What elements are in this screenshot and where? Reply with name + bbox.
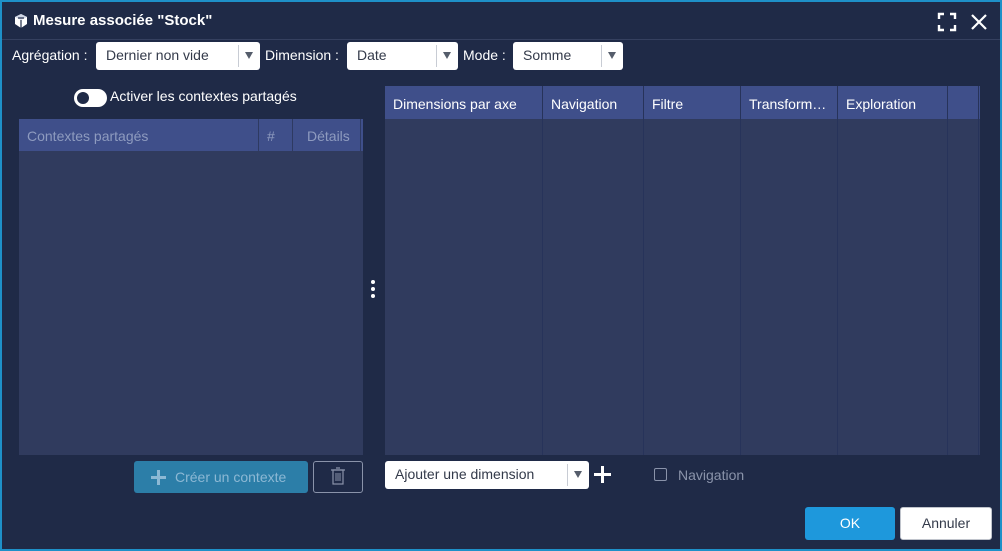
dialog-title: Mesure associée "Stock" xyxy=(33,12,213,29)
dimensions-table-header: Dimensions par axe Navigation Filtre Tra… xyxy=(385,86,980,119)
column-divider xyxy=(978,86,979,455)
panel-splitter-handle[interactable] xyxy=(369,278,377,300)
delete-context-button[interactable] xyxy=(313,461,363,493)
shared-contexts-table-header: Contextes partagés # Détails xyxy=(19,119,363,151)
dimension-select[interactable]: Date xyxy=(347,42,458,70)
column-header-contexts[interactable]: Contextes partagés xyxy=(27,119,148,151)
navigation-checkbox-label: Navigation xyxy=(678,467,745,483)
chevron-down-icon xyxy=(242,48,256,62)
dimension-label: Dimension : xyxy=(265,47,339,63)
select-separator xyxy=(567,464,568,486)
mode-label: Mode : xyxy=(463,47,506,63)
shared-contexts-toggle[interactable] xyxy=(74,89,107,107)
chevron-down-icon xyxy=(440,48,454,62)
column-header-count[interactable]: # xyxy=(267,119,275,151)
create-context-label: Créer un contexte xyxy=(175,469,287,485)
column-header-dimensions[interactable]: Dimensions par axe xyxy=(393,86,541,119)
mode-select[interactable]: Somme xyxy=(513,42,623,70)
column-divider xyxy=(258,119,259,151)
dimension-value: Date xyxy=(357,47,387,63)
aggregation-value: Dernier non vide xyxy=(106,47,209,63)
navigation-checkbox[interactable] xyxy=(654,468,667,481)
column-divider xyxy=(643,86,644,455)
shared-contexts-table: Contextes partagés # Détails xyxy=(19,119,363,455)
maximize-icon[interactable] xyxy=(936,11,958,33)
ok-button[interactable]: OK xyxy=(805,507,895,540)
shared-contexts-toggle-label: Activer les contextes partagés xyxy=(110,88,297,104)
dialog: Mesure associée "Stock" Agrégation : Der… xyxy=(0,0,1002,551)
mode-value: Somme xyxy=(523,47,572,63)
chevron-down-icon xyxy=(571,467,585,481)
column-header-navigation[interactable]: Navigation xyxy=(551,86,643,119)
column-header-extra[interactable] xyxy=(955,86,977,119)
column-header-filter[interactable]: Filtre xyxy=(652,86,740,119)
select-separator xyxy=(238,45,239,67)
add-dimension-select[interactable]: Ajouter une dimension xyxy=(385,461,589,489)
column-header-details[interactable]: Détails xyxy=(307,119,350,151)
column-divider xyxy=(947,86,948,455)
column-divider xyxy=(292,119,293,151)
chevron-down-icon xyxy=(605,48,619,62)
close-icon[interactable] xyxy=(968,11,990,33)
column-divider xyxy=(542,86,543,455)
trash-icon xyxy=(331,467,345,485)
cube-logo-icon xyxy=(15,14,27,28)
select-separator xyxy=(601,45,602,67)
column-divider xyxy=(740,86,741,455)
toggle-knob xyxy=(77,92,89,104)
column-divider xyxy=(837,86,838,455)
add-dimension-placeholder: Ajouter une dimension xyxy=(395,466,535,482)
column-header-transform[interactable]: Transform… xyxy=(749,86,837,119)
select-separator xyxy=(436,45,437,67)
aggregation-label: Agrégation : xyxy=(12,47,88,63)
plus-icon[interactable] xyxy=(594,466,611,483)
create-context-button[interactable]: Créer un contexte xyxy=(134,461,308,493)
dimensions-table: Dimensions par axe Navigation Filtre Tra… xyxy=(385,86,980,455)
aggregation-select[interactable]: Dernier non vide xyxy=(96,42,260,70)
column-divider xyxy=(360,119,361,151)
column-header-exploration[interactable]: Exploration xyxy=(846,86,946,119)
title-bar: Mesure associée "Stock" xyxy=(2,2,1000,40)
plus-icon xyxy=(151,470,166,485)
cancel-button[interactable]: Annuler xyxy=(900,507,992,540)
